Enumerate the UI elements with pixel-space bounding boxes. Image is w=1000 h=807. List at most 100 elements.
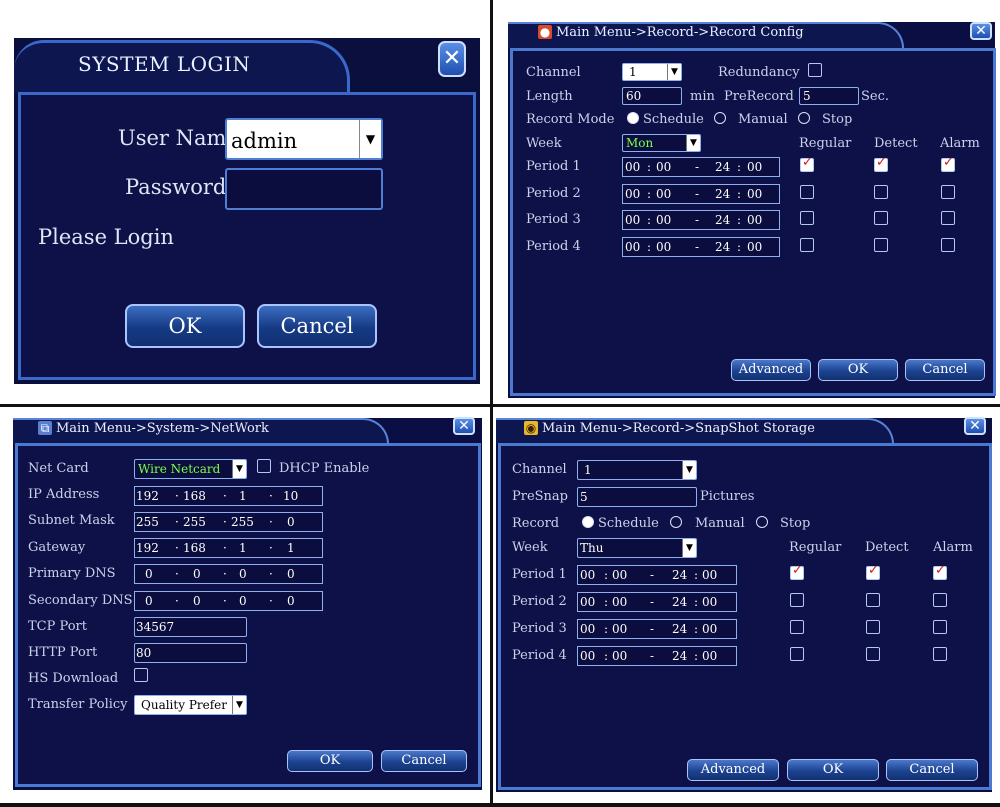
chevron-down-icon[interactable]: ▼ xyxy=(232,696,246,714)
period-time-range[interactable]: 00:00-24:00 xyxy=(577,646,737,666)
hs-download-checkbox[interactable] xyxy=(134,668,148,682)
start-minute: 00 xyxy=(612,568,628,582)
regular-checkbox[interactable] xyxy=(790,647,804,661)
period-time-range[interactable]: 00:00-24:00 xyxy=(622,184,780,204)
period-label: Period 3 xyxy=(512,621,567,636)
presnap-input[interactable]: 5 xyxy=(577,487,697,507)
chevron-down-icon[interactable]: ▼ xyxy=(232,460,246,478)
end-minute: 00 xyxy=(702,595,718,609)
octet: 0 xyxy=(193,594,201,608)
mode-schedule-radio[interactable] xyxy=(627,112,639,124)
start-hour: 00 xyxy=(580,595,596,609)
detect-checkbox[interactable] xyxy=(874,185,888,199)
end-minute: 00 xyxy=(702,622,718,636)
mode-schedule-radio[interactable] xyxy=(582,516,594,528)
end-minute: 00 xyxy=(747,213,763,227)
regular-checkbox[interactable] xyxy=(790,620,804,634)
alarm-checkbox[interactable] xyxy=(933,620,947,634)
ok-button[interactable]: OK xyxy=(125,304,245,348)
cancel-button[interactable]: Cancel xyxy=(886,759,978,781)
detect-checkbox[interactable] xyxy=(874,155,888,172)
detect-checkbox[interactable] xyxy=(866,593,880,607)
period-time-range[interactable]: 00:00-24:00 xyxy=(622,157,780,177)
dhcp-checkbox[interactable] xyxy=(257,459,271,473)
detect-checkbox[interactable] xyxy=(874,238,888,252)
alarm-checkbox[interactable] xyxy=(941,185,955,199)
alarm-checkbox[interactable] xyxy=(933,593,947,607)
regular-checkbox[interactable] xyxy=(800,211,814,225)
password-field[interactable] xyxy=(225,168,383,210)
period-time-range[interactable]: 00:00-24:00 xyxy=(577,565,737,585)
cancel-button[interactable]: Cancel xyxy=(905,359,985,381)
mode-stop-radio[interactable] xyxy=(756,516,768,528)
period-label: Period 3 xyxy=(526,212,581,227)
redundancy-checkbox[interactable] xyxy=(808,63,822,77)
mode-manual-radio[interactable] xyxy=(714,112,726,124)
secondary-dns-input[interactable]: 0 · 0 · 0 · 0 xyxy=(134,591,323,611)
close-icon[interactable]: ✕ xyxy=(438,41,466,77)
alarm-checkbox[interactable] xyxy=(941,238,955,252)
start-hour: 00 xyxy=(625,187,641,201)
period-time-range[interactable]: 00:00-24:00 xyxy=(577,619,737,639)
detect-checkbox[interactable] xyxy=(866,563,880,580)
close-icon[interactable]: ✕ xyxy=(964,417,986,435)
start-minute: 00 xyxy=(656,240,672,254)
chevron-down-icon[interactable]: ▼ xyxy=(667,64,681,80)
period-time-range[interactable]: 00:00-24:00 xyxy=(622,210,780,230)
close-icon[interactable]: ✕ xyxy=(453,417,475,435)
ok-button[interactable]: OK xyxy=(287,750,373,772)
alarm-checkbox[interactable] xyxy=(941,155,955,172)
hs-download-label: HS Download xyxy=(28,671,119,686)
period-time-range[interactable]: 00:00-24:00 xyxy=(577,592,737,612)
detect-checkbox[interactable] xyxy=(866,620,880,634)
close-icon[interactable]: ✕ xyxy=(970,22,992,40)
cancel-button[interactable]: Cancel xyxy=(381,750,467,772)
octet: 1 xyxy=(239,489,247,503)
mode-manual-radio[interactable] xyxy=(670,516,682,528)
user-name-select[interactable]: admin ▼ xyxy=(225,118,383,160)
ok-button[interactable]: OK xyxy=(818,359,898,381)
subnet-mask-input[interactable]: 255 · 255 · 255 · 0 xyxy=(134,512,323,532)
regular-checkbox[interactable] xyxy=(800,238,814,252)
end-hour: 24 xyxy=(715,160,731,174)
col-alarm: Alarm xyxy=(933,540,973,555)
length-input[interactable]: 60 xyxy=(622,87,682,105)
regular-checkbox[interactable] xyxy=(790,593,804,607)
week-select[interactable]: Mon ▼ xyxy=(622,134,701,152)
octet: 0 xyxy=(145,567,153,581)
advanced-button[interactable]: Advanced xyxy=(687,759,779,781)
regular-checkbox[interactable] xyxy=(790,563,804,580)
alarm-checkbox[interactable] xyxy=(941,211,955,225)
http-port-input[interactable]: 80 xyxy=(134,643,247,663)
cancel-button[interactable]: Cancel xyxy=(257,304,377,348)
alarm-checkbox[interactable] xyxy=(933,563,947,580)
chevron-down-icon[interactable]: ▼ xyxy=(359,120,381,158)
channel-select[interactable]: 1 ▼ xyxy=(622,63,682,81)
alarm-checkbox[interactable] xyxy=(933,647,947,661)
period-time-range[interactable]: 00:00-24:00 xyxy=(622,237,780,257)
detect-checkbox[interactable] xyxy=(874,211,888,225)
regular-checkbox[interactable] xyxy=(800,155,814,172)
primary-dns-input[interactable]: 0 · 0 · 0 · 0 xyxy=(134,564,323,584)
chevron-down-icon[interactable]: ▼ xyxy=(686,135,700,151)
advanced-button[interactable]: Advanced xyxy=(731,359,811,381)
detect-checkbox[interactable] xyxy=(866,647,880,661)
transfer-policy-value: Quality Prefer xyxy=(141,698,228,712)
transfer-policy-select[interactable]: Quality Prefer ▼ xyxy=(134,695,247,715)
ok-button[interactable]: OK xyxy=(787,759,879,781)
col-alarm: Alarm xyxy=(940,136,980,151)
mode-stop-radio[interactable] xyxy=(798,112,810,124)
octet: 1 xyxy=(239,541,247,555)
chevron-down-icon[interactable]: ▼ xyxy=(682,461,696,479)
net-card-select[interactable]: Wire Netcard ▼ xyxy=(134,459,247,479)
channel-select[interactable]: 1 ▼ xyxy=(577,460,697,480)
week-select[interactable]: Thu ▼ xyxy=(577,538,697,558)
prerecord-input[interactable]: 5 xyxy=(799,87,859,105)
regular-checkbox[interactable] xyxy=(800,185,814,199)
ip-address-input[interactable]: 192 · 168 · 1 · 10 xyxy=(134,486,323,506)
tcp-port-input[interactable]: 34567 xyxy=(134,617,247,637)
chevron-down-icon[interactable]: ▼ xyxy=(682,539,696,557)
octet: 0 xyxy=(239,567,247,581)
week-label: Week xyxy=(526,136,562,151)
gateway-input[interactable]: 192 · 168 · 1 · 1 xyxy=(134,538,323,558)
